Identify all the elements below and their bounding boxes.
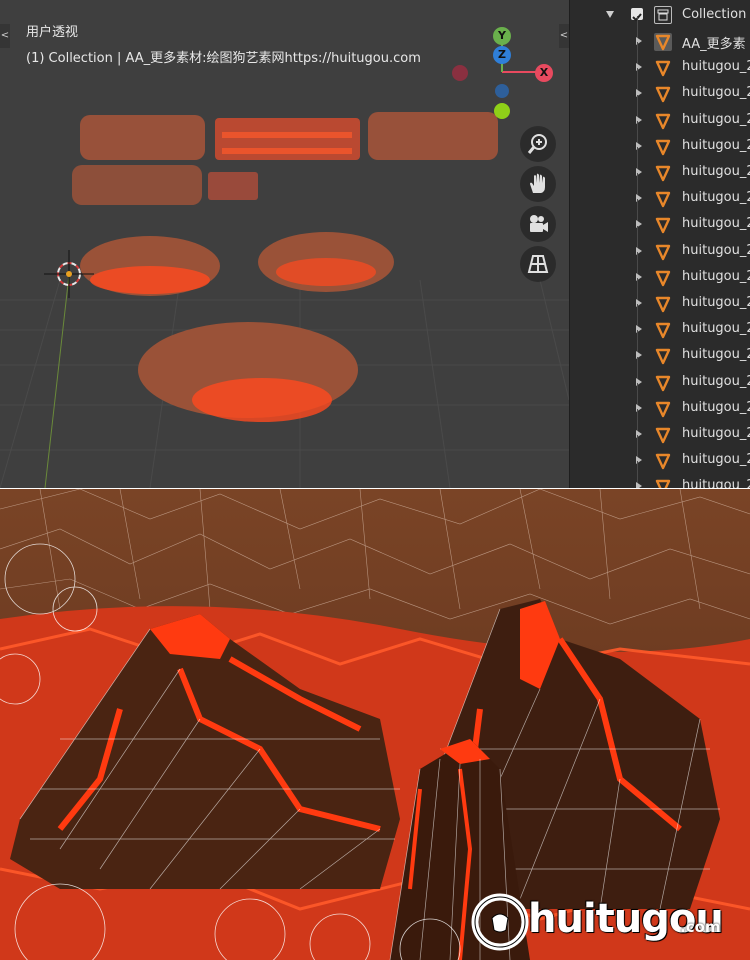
mesh-object-icon bbox=[654, 321, 672, 339]
outliner-panel[interactable]: Collection AA_更多素 huitugou_2 huitugou_2 hui… bbox=[569, 0, 750, 488]
left-panel-toggle[interactable]: < bbox=[0, 24, 10, 48]
gizmo-x-axis[interactable]: X bbox=[535, 64, 553, 82]
mesh-object-icon bbox=[654, 452, 672, 470]
outliner-item[interactable]: huitugou_2 bbox=[570, 199, 750, 238]
outliner-item-label: huitugou_2 bbox=[682, 268, 750, 284]
outliner-item-label: huitugou_2 bbox=[682, 242, 750, 258]
outliner-item-label: huitugou_2 bbox=[682, 216, 750, 232]
outliner-item[interactable]: huitugou_2 bbox=[570, 251, 750, 291]
mesh-object-icon bbox=[654, 112, 672, 130]
outliner-item[interactable]: huitugou_2 bbox=[570, 120, 750, 160]
outliner-item[interactable]: huitugou_2 bbox=[570, 330, 750, 369]
outliner-item[interactable]: huitugou_2 bbox=[570, 173, 750, 212]
outliner-item-label: AA_更多素 bbox=[682, 37, 746, 52]
outliner-root-collection[interactable]: Collection bbox=[570, 3, 750, 29]
render-closeup-image: huitugou .com bbox=[0, 489, 750, 960]
mesh-object-icon bbox=[654, 190, 672, 208]
mesh-object-icon bbox=[654, 164, 672, 182]
outliner-item[interactable]: huitugou_2 bbox=[570, 147, 750, 186]
mesh-object-icon bbox=[654, 59, 672, 77]
view-name: 用户透视 bbox=[26, 25, 79, 40]
mesh-object-icon bbox=[654, 295, 672, 313]
dog-logo-icon bbox=[471, 893, 529, 951]
gizmo-neg-z-axis[interactable] bbox=[495, 84, 509, 98]
gizmo-z-axis[interactable]: Z bbox=[493, 46, 511, 64]
viewport-scene bbox=[0, 36, 569, 488]
outliner-item-label: huitugou_2 bbox=[682, 452, 750, 468]
outliner-item-label: huitugou_2 bbox=[682, 85, 750, 101]
outliner-item-label: huitugou_2 bbox=[682, 59, 750, 75]
outliner-root-label: Collection bbox=[682, 7, 747, 22]
camera-icon bbox=[530, 215, 548, 232]
perspective-toggle-button[interactable] bbox=[520, 246, 556, 282]
gizmo-y-axis[interactable]: Y bbox=[493, 27, 511, 45]
outliner-item[interactable]: huitugou_2 bbox=[570, 382, 750, 422]
outliner-item[interactable]: huitugou_2 bbox=[570, 42, 750, 81]
outliner-item[interactable]: huitugou_2 bbox=[570, 94, 750, 134]
outliner-item-label: huitugou_2 bbox=[682, 190, 750, 206]
mesh-object-icon bbox=[654, 426, 672, 444]
hand-pan-icon bbox=[530, 173, 545, 193]
gizmo-neg-y-axis[interactable] bbox=[494, 103, 510, 119]
expand-arrow-icon[interactable] bbox=[636, 482, 642, 488]
lava-island-wireframe-render bbox=[0, 489, 750, 960]
watermark-suffix: .com bbox=[680, 918, 721, 936]
right-panel-toggle[interactable]: < bbox=[559, 24, 569, 48]
mesh-object-icon bbox=[654, 400, 672, 418]
outliner-item[interactable]: huitugou_2 bbox=[570, 278, 750, 317]
outliner-item[interactable]: huitugou_2 bbox=[570, 225, 750, 265]
zoom-button[interactable] bbox=[520, 126, 556, 162]
gizmo-neg-x-axis[interactable] bbox=[452, 65, 468, 81]
outliner-item-label: huitugou_2 bbox=[682, 137, 750, 153]
expand-arrow-icon[interactable] bbox=[606, 11, 614, 18]
outliner-item[interactable]: AA_更多素 bbox=[570, 16, 750, 55]
mesh-object-icon bbox=[654, 33, 672, 51]
pan-button[interactable] bbox=[520, 166, 556, 202]
mesh-object-icon bbox=[654, 138, 672, 156]
outliner-item[interactable]: huitugou_2 bbox=[570, 356, 750, 396]
outliner-item[interactable]: huitugou_2 bbox=[570, 461, 750, 488]
outliner-item-label: huitugou_2 bbox=[682, 373, 750, 389]
outliner-item-label: huitugou_2 bbox=[682, 347, 750, 363]
mesh-object-icon bbox=[654, 347, 672, 365]
outliner-item-label: huitugou_2 bbox=[682, 164, 750, 179]
outliner-item-label: huitugou_2 bbox=[682, 111, 750, 127]
viewport-subtitle: (1) Collection | AA_更多素材:绘图狗艺素网https://h… bbox=[26, 51, 421, 66]
watermark-logo: huitugou .com bbox=[470, 892, 740, 951]
collection-box-icon bbox=[654, 6, 672, 24]
outliner-item[interactable]: huitugou_2 bbox=[570, 435, 750, 474]
grid-perspective-icon bbox=[527, 255, 549, 273]
outliner-item[interactable]: huitugou_2 bbox=[570, 409, 750, 448]
mesh-object-icon bbox=[654, 216, 672, 234]
mesh-object-icon bbox=[654, 85, 672, 103]
outliner-item[interactable]: huitugou_2 bbox=[570, 304, 750, 343]
outliner-item-label: huitugou_2 bbox=[682, 295, 750, 310]
mesh-object-icon bbox=[654, 374, 672, 392]
mesh-object-icon bbox=[654, 243, 672, 261]
mesh-object-icon bbox=[654, 269, 672, 287]
camera-button[interactable] bbox=[520, 206, 556, 242]
outliner-item-label: huitugou_2 bbox=[682, 321, 750, 337]
outliner-item[interactable]: huitugou_2 bbox=[570, 68, 750, 107]
outliner-item-label: huitugou_2 bbox=[682, 478, 750, 488]
outliner-item-label: huitugou_2 bbox=[682, 426, 750, 441]
zoom-icon bbox=[527, 134, 547, 154]
3d-viewport[interactable]: 用户透视 (1) Collection | AA_更多素材:绘图狗艺素网http… bbox=[0, 0, 569, 488]
outliner-item-label: huitugou_2 bbox=[682, 399, 750, 415]
mesh-object-icon bbox=[654, 478, 672, 488]
